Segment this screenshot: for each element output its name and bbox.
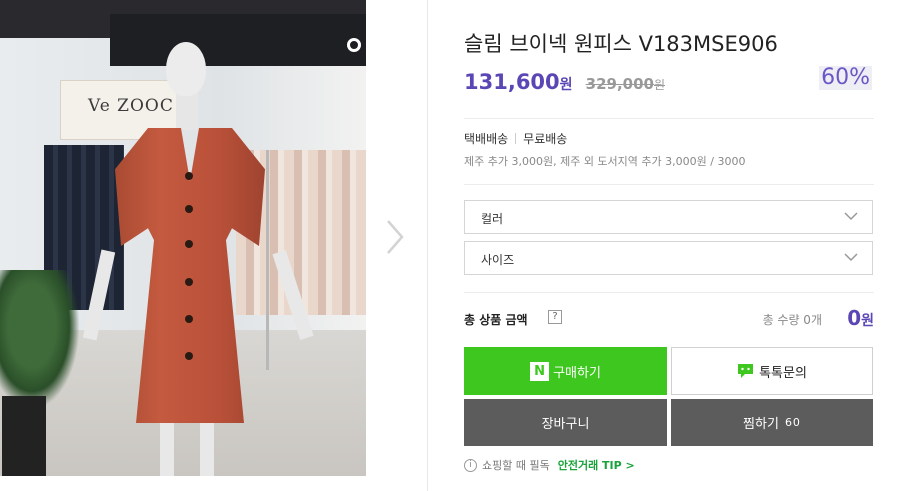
shipping-method: 택배배송: [464, 132, 509, 146]
help-icon[interactable]: ?: [548, 310, 562, 324]
shipping-note: 제주 추가 3,000원, 제주 외 도서지역 추가 3,000원 / 3000: [464, 155, 746, 168]
tip-text: 쇼핑할 때 필독: [482, 459, 550, 472]
store-logo: Ve ZOOC: [88, 96, 174, 116]
shipping-info: 택배배송 무료배송: [464, 130, 567, 147]
shipping-fee: 무료배송: [523, 132, 568, 146]
separator: [515, 133, 517, 144]
color-select[interactable]: 컬러: [464, 200, 873, 234]
mannequin-leg-left: [160, 420, 174, 476]
mannequin-neck: [176, 90, 198, 130]
product-title: 슬림 브이넥 원피스 V183MSE906: [464, 32, 778, 56]
plant: [0, 270, 80, 410]
photo-light: [347, 38, 361, 52]
chevron-right-icon: [387, 220, 404, 254]
total-unit: 원: [861, 313, 874, 329]
cart-button-label: 장바구니: [541, 417, 590, 432]
original-price-unit: 원: [653, 78, 666, 92]
naver-pay-icon: N: [530, 361, 550, 381]
dress-button: [185, 172, 193, 180]
total-price: 0원: [847, 306, 874, 330]
photo-ceiling-panel: [110, 14, 366, 66]
next-image-button[interactable]: [380, 212, 410, 262]
original-price: 329,000: [585, 75, 654, 93]
size-select[interactable]: 사이즈: [464, 241, 873, 275]
sale-price: 131,600: [464, 70, 560, 94]
size-select-label: 사이즈: [481, 253, 515, 267]
dress-button: [185, 278, 193, 286]
safe-trade-tip-link[interactable]: 안전거래 TIP >: [558, 457, 635, 473]
product-info-panel: 슬림 브이넥 원피스 V183MSE906 131,600원 329,000원 …: [464, 0, 874, 491]
wishlist-button-label: 찜하기: [743, 417, 779, 432]
divider: [464, 118, 874, 119]
shopping-tip: i 쇼핑할 때 필독 안전거래 TIP >: [464, 457, 635, 473]
panel-divider: [427, 0, 428, 491]
chevron-down-icon: [844, 212, 858, 221]
talk-inquiry-button[interactable]: 톡톡문의: [671, 347, 873, 395]
divider: [464, 292, 874, 293]
plant-pot: [2, 396, 46, 476]
total-label: 총 상품 금액: [464, 313, 528, 327]
dress-button: [185, 205, 193, 213]
rack-pole: [266, 150, 269, 370]
mannequin-leg-right: [200, 420, 214, 476]
wishlist-button[interactable]: 찜하기 60: [671, 399, 873, 446]
chat-bubble-icon: [737, 363, 754, 379]
total-amount: 0: [847, 306, 862, 330]
discount-rate: 60%: [819, 65, 872, 90]
price-row: 131,600원 329,000원 60%: [464, 66, 874, 102]
buy-button-label: 구매하기: [553, 365, 601, 381]
talk-inquiry-label: 톡톡문의: [759, 365, 807, 381]
mannequin-head: [166, 42, 206, 96]
dress-button: [185, 315, 193, 323]
color-select-label: 컬러: [481, 212, 504, 226]
dress-button: [185, 240, 193, 248]
chevron-down-icon: [844, 253, 858, 262]
divider: [464, 184, 874, 185]
buy-button[interactable]: N 구매하기: [464, 347, 667, 395]
product-image: Ve ZOOC: [0, 0, 366, 476]
wishlist-count: 60: [784, 416, 801, 429]
total-quantity: 총 수량 0개: [762, 313, 822, 327]
total-row: 총 상품 금액 ? 총 수량 0개 0원: [464, 306, 874, 334]
dress-button: [185, 352, 193, 360]
sale-price-unit: 원: [559, 77, 573, 93]
cart-button[interactable]: 장바구니: [464, 399, 667, 446]
info-icon: i: [464, 458, 477, 472]
